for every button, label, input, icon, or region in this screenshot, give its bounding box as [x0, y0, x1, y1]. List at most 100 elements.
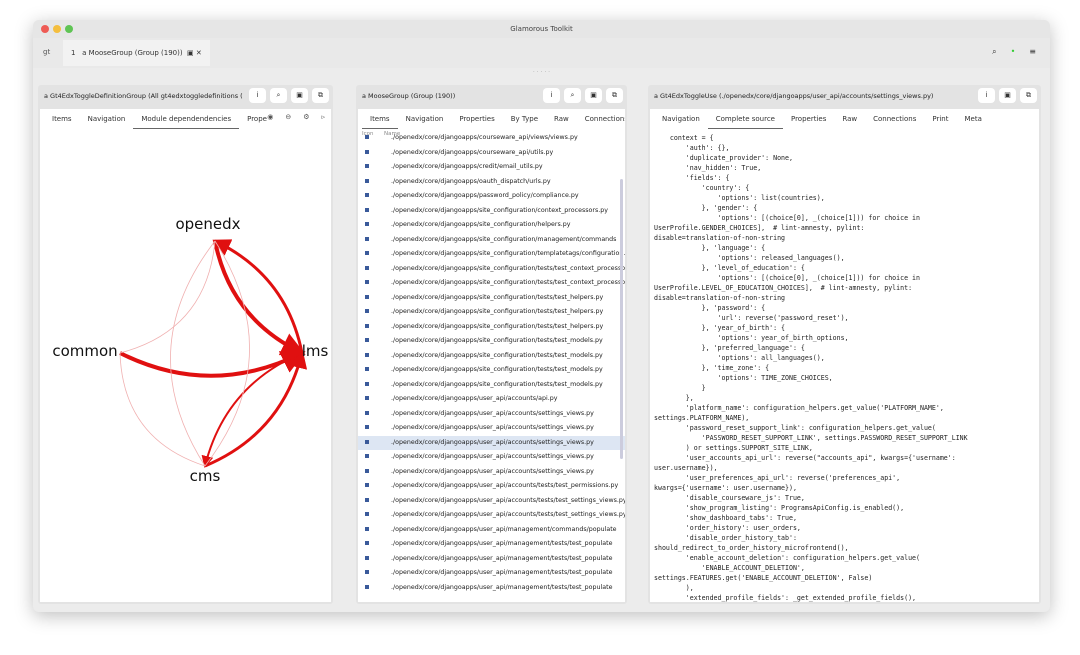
list-item[interactable]: ./openedx/core/djangoapps/site_configura…	[358, 363, 625, 378]
list-item[interactable]: ./openedx/core/djangoapps/site_configura…	[358, 276, 625, 291]
tab-by-type[interactable]: By Type	[503, 109, 546, 129]
code-line: 'platform_name': configuration_helpers.g…	[654, 404, 944, 412]
tab-meta[interactable]: Meta	[956, 109, 989, 129]
maximize-icon[interactable]: ▣	[585, 88, 602, 103]
tab-navigation[interactable]: Navigation	[654, 109, 708, 129]
code-line: }	[654, 384, 706, 392]
tab-navigation[interactable]: Navigation	[80, 109, 134, 129]
python-file-icon	[365, 193, 369, 197]
list-item[interactable]: ./openedx/core/djangoapps/user_api/accou…	[358, 494, 625, 509]
list-item[interactable]: ./openedx/core/djangoapps/site_configura…	[358, 218, 625, 233]
close-window-button[interactable]	[41, 25, 49, 33]
browse-icon[interactable]: ⧉	[606, 88, 623, 103]
list-item[interactable]: ./openedx/core/djangoapps/site_configura…	[358, 291, 625, 306]
scrollbar[interactable]	[620, 179, 623, 459]
list-item[interactable]: ./openedx/core/djangoapps/user_api/accou…	[358, 465, 625, 480]
tab-navigation[interactable]: Navigation	[398, 109, 452, 129]
tab-moose-group[interactable]: 1 a MooseGroup (Group (190)) ▣ ✕	[63, 40, 210, 66]
tab-properties[interactable]: Properties	[451, 109, 502, 129]
view-tabs: Items Navigation Properties By Type Raw Conne…	[358, 109, 625, 129]
browse-icon[interactable]: ⧉	[312, 88, 329, 103]
list-item[interactable]: ./openedx/core/djangoapps/site_configura…	[358, 305, 625, 320]
list-item[interactable]: ./openedx/core/djangoapps/site_configura…	[358, 378, 625, 393]
code-line: user.username}),	[654, 464, 718, 472]
python-file-icon	[365, 541, 369, 545]
search-icon[interactable]: ⌕	[992, 47, 996, 57]
list-item[interactable]: ./openedx/core/djangoapps/user_api/manag…	[358, 581, 625, 596]
tab-print[interactable]: Print	[924, 109, 956, 129]
list-item[interactable]: ./openedx/core/djangoapps/user_api/accou…	[358, 508, 625, 523]
record-icon[interactable]: ◉	[267, 113, 273, 121]
tab-raw[interactable]: Raw	[834, 109, 865, 129]
list-item[interactable]: ./openedx/core/djangoapps/user_api/manag…	[358, 537, 625, 552]
file-path: ./openedx/core/djangoapps/site_configura…	[391, 351, 603, 359]
tab-connections[interactable]: Connections	[865, 109, 924, 129]
node-common[interactable]: common	[52, 342, 117, 360]
list-item[interactable]: ./openedx/core/djangoapps/site_configura…	[358, 334, 625, 349]
app-window: Glamorous Toolkit gt 1 a MooseGroup (Gro…	[33, 20, 1050, 612]
maximize-icon[interactable]: ▣	[999, 88, 1016, 103]
pane-strip[interactable]: · · · · ·	[33, 68, 1050, 80]
tab-module-dependendencies[interactable]: Module dependendencies	[133, 109, 240, 129]
list-item[interactable]: ./openedx/core/djangoapps/site_configura…	[358, 349, 625, 364]
list-item[interactable]: ./openedx/core/djangoapps/site_configura…	[358, 320, 625, 335]
list-item[interactable]: ./openedx/core/djangoapps/user_api/accou…	[358, 435, 625, 450]
list-item[interactable]: ./openedx/core/djangoapps/courseware_api…	[358, 131, 625, 146]
file-path: ./openedx/core/djangoapps/site_configura…	[391, 337, 603, 344]
list-item[interactable]: ./openedx/core/djangoapps/credit/email_u…	[358, 160, 625, 175]
file-path: ./openedx/core/djangoapps/courseware_api…	[391, 148, 554, 156]
tab-items[interactable]: Items	[362, 109, 398, 129]
node-lms[interactable]: lms	[302, 342, 329, 360]
file-path: ./openedx/core/djangoapps/user_api/manag…	[391, 569, 613, 576]
search-icon[interactable]: ⌕	[270, 88, 287, 103]
gt-home-button[interactable]: gt	[43, 48, 50, 56]
tab-properties[interactable]: Properties	[783, 109, 834, 129]
list-item[interactable]: ./openedx/core/djangoapps/site_configura…	[358, 233, 625, 248]
list-item[interactable]: ./openedx/core/djangoapps/site_configura…	[358, 262, 625, 277]
code-line: settings.PLATFORM_NAME),	[654, 414, 750, 422]
list-item[interactable]: ./openedx/core/djangoapps/user_api/accou…	[358, 479, 625, 494]
list-item[interactable]: ./openedx/core/djangoapps/user_api/accou…	[358, 450, 625, 465]
play-icon[interactable]: ▹	[321, 113, 325, 121]
maximize-window-button[interactable]	[65, 25, 73, 33]
minimize-window-button[interactable]	[53, 25, 61, 33]
list-item[interactable]: ./openedx/core/djangoapps/site_configura…	[358, 204, 625, 219]
list-item[interactable]: ./openedx/core/djangoapps/site_configura…	[358, 247, 625, 262]
list-item[interactable]: ./openedx/core/djangoapps/password_polic…	[358, 189, 625, 204]
list-item[interactable]: ./openedx/core/djangoapps/user_api/manag…	[358, 566, 625, 581]
list-item[interactable]: ./openedx/core/djangoapps/user_api/manag…	[358, 523, 625, 538]
tab-complete-source[interactable]: Complete source	[707, 109, 783, 129]
source-code[interactable]: context = { 'auth': {}, 'duplicate_provi…	[650, 129, 1039, 602]
code-line: 'options': released_languages(),	[654, 254, 845, 262]
minus-icon[interactable]: ⊖	[285, 113, 291, 121]
tab-items[interactable]: Items	[44, 109, 80, 129]
list-item[interactable]: ./openedx/core/djangoapps/courseware_api…	[358, 146, 625, 161]
gear-icon[interactable]: ⚙	[303, 113, 309, 121]
tab-raw[interactable]: Raw	[546, 109, 577, 129]
list-item[interactable]: ./openedx/core/djangoapps/user_api/accou…	[358, 407, 625, 422]
tab-bar: gt 1 a MooseGroup (Group (190)) ▣ ✕ ⌕ • …	[33, 38, 1050, 68]
pane-title: a MooseGroup (Group (190))	[362, 92, 456, 100]
python-file-icon	[365, 251, 369, 255]
maximize-icon[interactable]: ▣	[291, 88, 308, 103]
code-line: 'duplicate_provider': None,	[654, 154, 793, 162]
inspect-button[interactable]: i	[543, 88, 560, 103]
close-icon[interactable]: ✕	[196, 49, 202, 57]
search-icon[interactable]: ⌕	[564, 88, 581, 103]
file-path: ./openedx/core/djangoapps/site_configura…	[391, 250, 625, 257]
maximize-icon[interactable]: ▣	[187, 49, 194, 57]
code-line: 'nav_hidden': True,	[654, 164, 762, 172]
node-openedx[interactable]: openedx	[175, 215, 240, 233]
tab-connections[interactable]: Connections	[577, 109, 625, 129]
list-item[interactable]: ./openedx/core/djangoapps/user_api/accou…	[358, 392, 625, 407]
browse-icon[interactable]: ⧉	[1020, 88, 1037, 103]
file-path: ./openedx/core/djangoapps/credit/email_u…	[391, 163, 543, 170]
edge-common-openedx	[119, 240, 216, 354]
inspect-button[interactable]: i	[249, 88, 266, 103]
inspect-button[interactable]: i	[978, 88, 995, 103]
list-item[interactable]: ./openedx/core/djangoapps/user_api/accou…	[358, 421, 625, 436]
menu-icon[interactable]: ≡	[1029, 47, 1036, 57]
list-item[interactable]: ./openedx/core/djangoapps/oauth_dispatch…	[358, 175, 625, 190]
list-item[interactable]: ./openedx/core/djangoapps/user_api/manag…	[358, 552, 625, 567]
node-cms[interactable]: cms	[190, 467, 221, 485]
